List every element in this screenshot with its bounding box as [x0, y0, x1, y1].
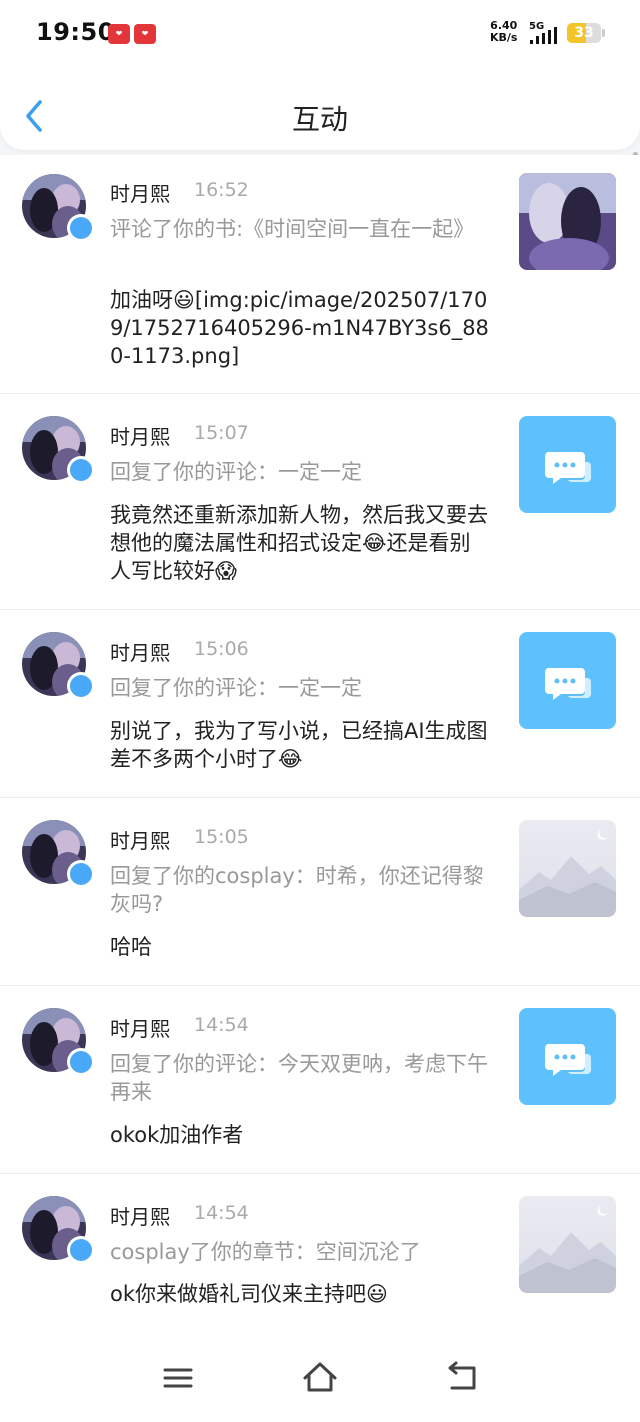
menu-icon[interactable] — [154, 1354, 202, 1402]
user-name[interactable]: 时月熙 — [110, 825, 170, 854]
list-item[interactable]: 时月熙 14:54 cosplay了你的章节：空间沉沦了 ok你来做婚礼司仪来主… — [0, 1174, 640, 1333]
reference-text[interactable]: 回复了你的评论：一定一定 — [110, 674, 490, 702]
list-item[interactable]: 时月熙 15:05 回复了你的cosplay：时希，你还记得黎灰吗? 哈哈 — [0, 798, 640, 986]
list-item[interactable]: 时月熙 14:54 回复了你的评论：今天双更呐，考虑下午再来 okok加油作者 — [0, 986, 640, 1174]
timestamp: 16:52 — [194, 179, 249, 201]
system-nav-bar — [0, 1332, 640, 1422]
list-item[interactable]: 时月熙 15:06 回复了你的评论：一定一定 别说了，我为了写小说，已经搞AI生… — [0, 610, 640, 798]
message-text: 我竟然还重新添加新人物，然后我又要去想他的魔法属性和招式设定😂还是看别人写比较好… — [110, 503, 488, 583]
comment-badge-icon — [67, 214, 95, 242]
image-placeholder-icon[interactable] — [519, 1196, 616, 1293]
image-placeholder-icon[interactable] — [519, 820, 616, 917]
user-name[interactable]: 时月熙 — [110, 637, 170, 666]
chat-bubble-icon[interactable] — [519, 1008, 616, 1105]
user-name[interactable]: 时月熙 — [110, 1201, 170, 1230]
comment-badge-icon — [67, 860, 95, 888]
comment-badge-icon — [67, 1048, 95, 1076]
message-text: 别说了，我为了写小说，已经搞AI生成图差不多两个小时了😂 — [110, 719, 488, 771]
timestamp: 14:54 — [194, 1202, 249, 1224]
battery-icon: 33 — [567, 23, 601, 43]
reference-text[interactable]: 回复了你的评论：今天双更呐，考虑下午再来 — [110, 1050, 490, 1106]
timestamp: 15:05 — [194, 826, 249, 848]
reference-text[interactable]: cosplay了你的章节：空间沉沦了 — [110, 1238, 490, 1266]
status-bar: 19:50 ❤ ❤ 6.40 KB/s 5G 33 — [0, 0, 640, 68]
message-text: okok加油作者 — [110, 1123, 244, 1147]
user-name[interactable]: 时月熙 — [110, 421, 170, 450]
timestamp: 14:54 — [194, 1014, 249, 1036]
timestamp: 15:07 — [194, 422, 249, 444]
user-name[interactable]: 时月熙 — [110, 1013, 170, 1042]
chat-bubble-icon[interactable] — [519, 416, 616, 513]
message-text: 加油呀😃[img:pic/image/202507/1709/175271640… — [110, 288, 489, 368]
status-time: 19:50 — [36, 18, 115, 46]
signal-icon — [530, 27, 557, 44]
chat-bubble-icon[interactable] — [519, 632, 616, 729]
list-item[interactable]: 时月熙 16:52 评论了你的书:《时间空间一直在一起》 加油呀😃[img:pi… — [0, 155, 640, 394]
comment-badge-icon — [67, 456, 95, 484]
notification-icon: ❤ — [134, 24, 156, 44]
cover-image[interactable] — [519, 173, 616, 270]
network-speed: 6.40 KB/s — [490, 19, 518, 44]
header: 互动 — [0, 60, 640, 150]
back-icon[interactable] — [438, 1354, 486, 1402]
page-title: 互动 — [291, 103, 348, 136]
comment-badge-icon — [67, 672, 95, 700]
notification-icon: ❤ — [108, 24, 130, 44]
message-text: 哈哈 — [110, 935, 152, 959]
list-item[interactable]: 时月熙 15:07 回复了你的评论：一定一定 我竟然还重新添加新人物，然后我又要… — [0, 394, 640, 610]
reference-text[interactable]: 评论了你的书:《时间空间一直在一起》 — [110, 215, 490, 243]
reference-text[interactable]: 回复了你的cosplay：时希，你还记得黎灰吗? — [110, 862, 490, 918]
interaction-list: 时月熙 16:52 评论了你的书:《时间空间一直在一起》 加油呀😃[img:pi… — [0, 155, 640, 1333]
message-text: ok你来做婚礼司仪来主持吧😃 — [110, 1282, 388, 1306]
comment-badge-icon — [67, 1236, 95, 1264]
user-name[interactable]: 时月熙 — [110, 178, 170, 207]
home-icon[interactable] — [296, 1354, 344, 1402]
timestamp: 15:06 — [194, 638, 249, 660]
reference-text[interactable]: 回复了你的评论：一定一定 — [110, 458, 490, 486]
